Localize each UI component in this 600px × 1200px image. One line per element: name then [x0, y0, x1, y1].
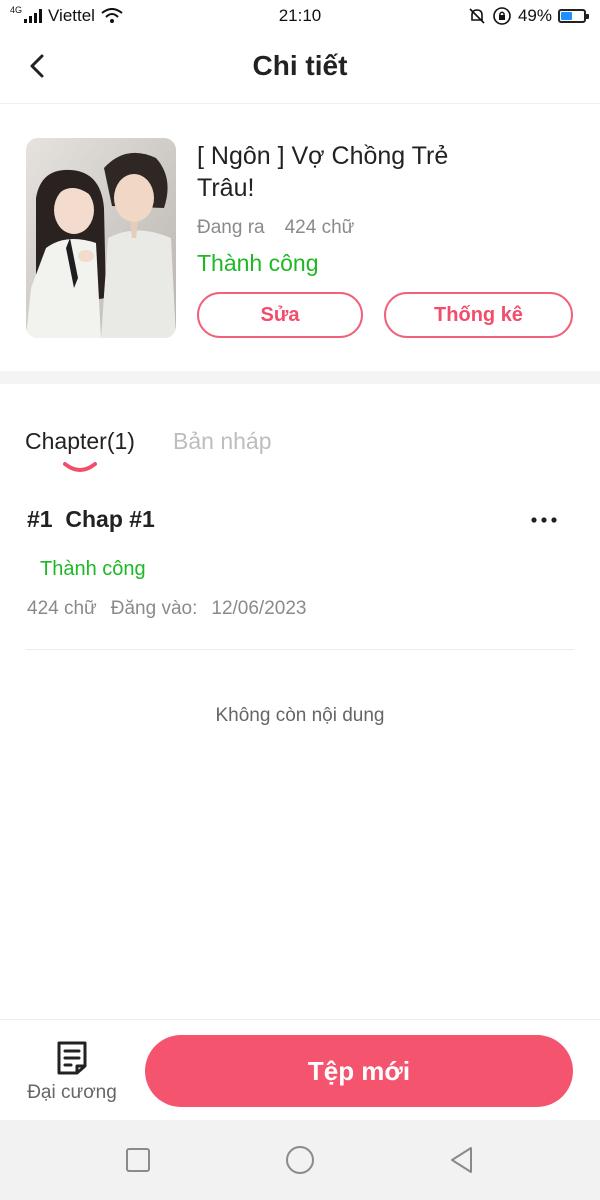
chapter-word-count: 424 chữ — [27, 598, 97, 619]
status-left: 4G Viettel — [10, 5, 123, 26]
chapter-posted-date: 12/06/2023 — [211, 598, 307, 619]
rotation-lock-icon — [493, 7, 511, 25]
chapter-number: #1 — [27, 506, 53, 532]
system-nav-bar — [0, 1120, 600, 1200]
wifi-icon — [101, 8, 123, 23]
section-divider — [0, 371, 600, 384]
outline-label: Đại cương — [27, 1082, 117, 1103]
edit-button[interactable]: Sửa — [197, 292, 363, 338]
app-header: Chi tiết — [0, 32, 600, 104]
tab-chapter[interactable]: Chapter(1) — [25, 428, 135, 455]
empty-note: Không còn nội dung — [215, 705, 385, 726]
book-state: Đang ra — [197, 217, 265, 238]
status-bar: 4G Viettel 21:10 49% — [0, 0, 600, 32]
status-right: 49% — [468, 6, 589, 26]
active-tab-indicator — [63, 462, 97, 472]
carrier-name: Viettel — [48, 6, 95, 25]
book-status: Thành công — [197, 250, 319, 276]
tab-draft[interactable]: Bản nháp — [173, 428, 271, 455]
chapter-status: Thành công — [40, 558, 146, 580]
row-divider — [26, 649, 574, 650]
battery-percent: 49% — [517, 6, 552, 25]
battery-icon — [558, 9, 589, 23]
page-title: Chi tiết — [252, 50, 348, 81]
chapter-name: Chap #1 — [65, 506, 155, 532]
outline-document-icon — [57, 1041, 87, 1075]
book-meta: Đang ra 424 chữ — [197, 217, 354, 239]
signal-icon — [24, 9, 43, 23]
more-options-icon[interactable] — [528, 510, 560, 530]
silent-bell-icon — [469, 8, 485, 24]
network-type: 4G — [10, 5, 23, 15]
chapter-title[interactable]: #1 Chap #1 — [27, 506, 155, 533]
back-nav-icon[interactable] — [444, 1142, 480, 1178]
bottom-action-bar: Đại cương Tệp mới — [0, 1019, 600, 1120]
book-title: [ Ngôn ] Vợ Chồng Trẻ Trâu! — [197, 142, 449, 202]
home-icon[interactable] — [282, 1142, 318, 1178]
book-cover-image — [26, 138, 176, 338]
book-word-count: 424 chữ — [284, 217, 355, 238]
new-chapter-button[interactable]: Tệp mới — [145, 1035, 573, 1107]
recent-apps-icon[interactable] — [120, 1142, 156, 1178]
stats-button[interactable]: Thống kê — [384, 292, 573, 338]
outline-button[interactable]: Đại cương — [20, 1038, 124, 1108]
chapter-meta: 424 chữ Đăng vào: 12/06/2023 — [27, 598, 306, 620]
chapter-posted-label: Đăng vào: — [110, 598, 198, 619]
